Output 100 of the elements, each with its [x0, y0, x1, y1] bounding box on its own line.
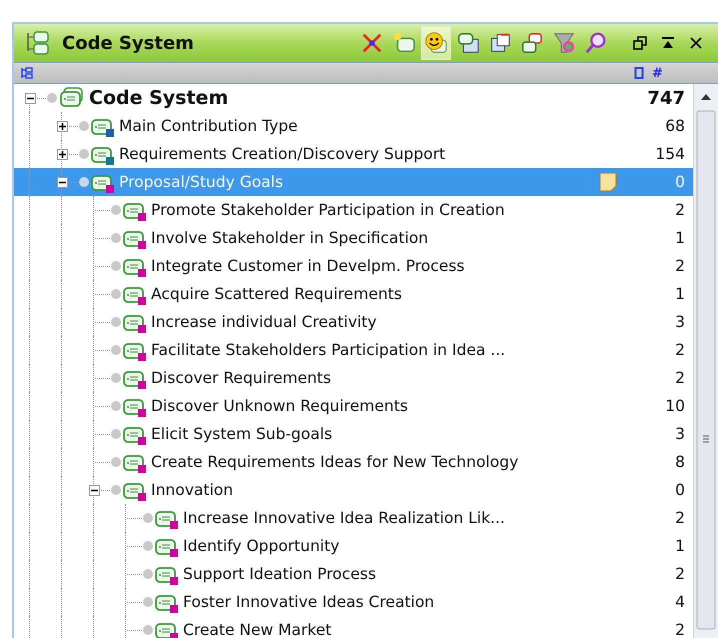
status-dot-icon — [110, 232, 122, 244]
scrollbar[interactable] — [693, 84, 718, 638]
status-dot-icon — [110, 316, 122, 328]
code-count: 0 — [674, 481, 685, 499]
search-icon — [584, 31, 608, 55]
code-label: Create Requirements Ideas for New Technology — [151, 453, 520, 471]
status-dot-icon — [78, 148, 90, 160]
plus-icon — [58, 122, 66, 130]
status-dot-icon — [110, 484, 122, 496]
cross-icon — [360, 31, 384, 55]
tree-row[interactable]: Requirements Creation/Discovery Support 154 — [14, 140, 693, 168]
status-dot-icon — [46, 92, 58, 104]
code-label: Main Contribution Type — [119, 117, 299, 135]
code-icon — [58, 87, 86, 109]
windows-icon — [488, 31, 512, 55]
code-count: 1 — [674, 229, 685, 247]
code-label: Promote Stakeholder Participation in Creation — [151, 201, 506, 219]
status-dot-icon — [78, 120, 90, 132]
status-dot-icon — [110, 204, 122, 216]
code-label: Innovation — [151, 481, 234, 499]
code-label: Create New Market — [183, 621, 332, 638]
tree-row[interactable]: Integrate Customer in Develpm. Process 2 — [14, 252, 693, 280]
tree-row[interactable]: Promote Stakeholder Participation in Creation 2 — [14, 196, 693, 224]
code-count: 3 — [674, 313, 685, 331]
code-count: 68 — [664, 117, 685, 135]
smiley-tool-button[interactable] — [421, 26, 451, 60]
close-icon — [689, 36, 703, 50]
status-dot-icon — [110, 456, 122, 468]
status-dot-icon — [110, 288, 122, 300]
code-label: Proposal/Study Goals — [119, 173, 284, 191]
tree-row[interactable]: Innovation 0 — [14, 476, 693, 504]
status-dot-icon — [110, 344, 122, 356]
code-label: Discover Unknown Requirements — [151, 397, 409, 415]
code-label: Requirements Creation/Discovery Support — [119, 145, 446, 163]
collapse-toggle[interactable] — [24, 92, 36, 104]
tree-row[interactable]: Facilitate Stakeholders Participation in Idea ... 2 — [14, 336, 693, 364]
code-count: 2 — [674, 565, 685, 583]
status-dot-icon — [142, 596, 154, 608]
code-label: Elicit System Sub-goals — [151, 425, 334, 443]
code-count: 2 — [674, 257, 685, 275]
code-count: 0 — [674, 173, 685, 191]
code-count: 1 — [674, 537, 685, 555]
code-label: Code System — [89, 87, 230, 109]
tree-row[interactable]: Increase Innovative Idea Realization Lik... 2 — [14, 504, 693, 532]
tree-row[interactable]: Elicit System Sub-goals 3 — [14, 420, 693, 448]
count-column-header[interactable]: # — [652, 66, 712, 80]
tree-row[interactable]: Involve Stakeholder in Specification 1 — [14, 224, 693, 252]
code-count: 8 — [674, 453, 685, 471]
code-count: 2 — [674, 201, 685, 219]
scroll-thumb-drawing[interactable] — [696, 110, 716, 630]
tree-row[interactable]: Code System 747 — [14, 84, 693, 112]
code-count: 3 — [674, 425, 685, 443]
tree-row[interactable]: Foster Innovative Ideas Creation 4 — [14, 588, 693, 616]
status-dot-icon — [142, 512, 154, 524]
expand-toggle[interactable] — [56, 120, 68, 132]
plus-icon — [58, 150, 66, 158]
tree-row[interactable]: Discover Requirements 2 — [14, 364, 693, 392]
code-label: Increase individual Creativity — [151, 313, 378, 331]
smiley-icon — [424, 31, 448, 55]
tree-row[interactable]: Support Ideation Process 2 — [14, 560, 693, 588]
code-count: 2 — [674, 369, 685, 387]
tree-row[interactable]: Main Contribution Type 68 — [14, 112, 693, 140]
code-count: 2 — [674, 509, 685, 527]
status-dot-icon — [78, 176, 90, 188]
tree-row[interactable]: Acquire Scattered Requirements 1 — [14, 280, 693, 308]
code-count: 10 — [664, 397, 685, 415]
code-count: 1 — [674, 285, 685, 303]
code-count: 2 — [674, 341, 685, 359]
status-dot-icon — [110, 400, 122, 412]
code-label: Acquire Scattered Requirements — [151, 285, 403, 303]
code-label: Facilitate Stakeholders Participation in Idea ... — [151, 341, 506, 359]
status-dot-icon — [110, 428, 122, 440]
tree-row[interactable]: Identify Opportunity 1 — [14, 532, 693, 560]
expand-toggle[interactable] — [56, 148, 68, 160]
collapse-toggle[interactable] — [88, 484, 100, 496]
code-label: Increase Innovative Idea Realization Lik... — [183, 509, 506, 527]
code-count: 747 — [646, 88, 685, 108]
status-dot-icon — [142, 568, 154, 580]
code-label: Integrate Customer in Develpm. Process — [151, 257, 466, 275]
status-dot-icon — [142, 540, 154, 552]
code-label: Discover Requirements — [151, 369, 332, 387]
status-dot-icon — [142, 624, 154, 636]
code-label: Involve Stakeholder in Specification — [151, 229, 430, 247]
code-label: Support Ideation Process — [183, 565, 378, 583]
tree-row[interactable]: Create Requirements Ideas for New Technology 8 — [14, 448, 693, 476]
collapse-toggle[interactable] — [56, 176, 68, 188]
maximize-icon — [661, 36, 675, 50]
code-count: 4 — [674, 593, 685, 611]
code-stack-icon — [456, 31, 480, 55]
window-title: Code System — [62, 32, 195, 54]
code-label: Foster Innovative Ideas Creation — [183, 593, 436, 611]
tree-row[interactable]: Increase individual Creativity 3 — [14, 308, 693, 336]
status-dot-icon — [110, 372, 122, 384]
filter-icon — [552, 31, 576, 55]
code-count: 2 — [674, 621, 685, 638]
new-code-icon — [392, 31, 416, 55]
tree-row[interactable]: Discover Unknown Requirements 10 — [14, 392, 693, 420]
restore-icon — [633, 36, 647, 50]
code-pair-icon — [520, 31, 544, 55]
memo-column-icon — [634, 66, 644, 80]
